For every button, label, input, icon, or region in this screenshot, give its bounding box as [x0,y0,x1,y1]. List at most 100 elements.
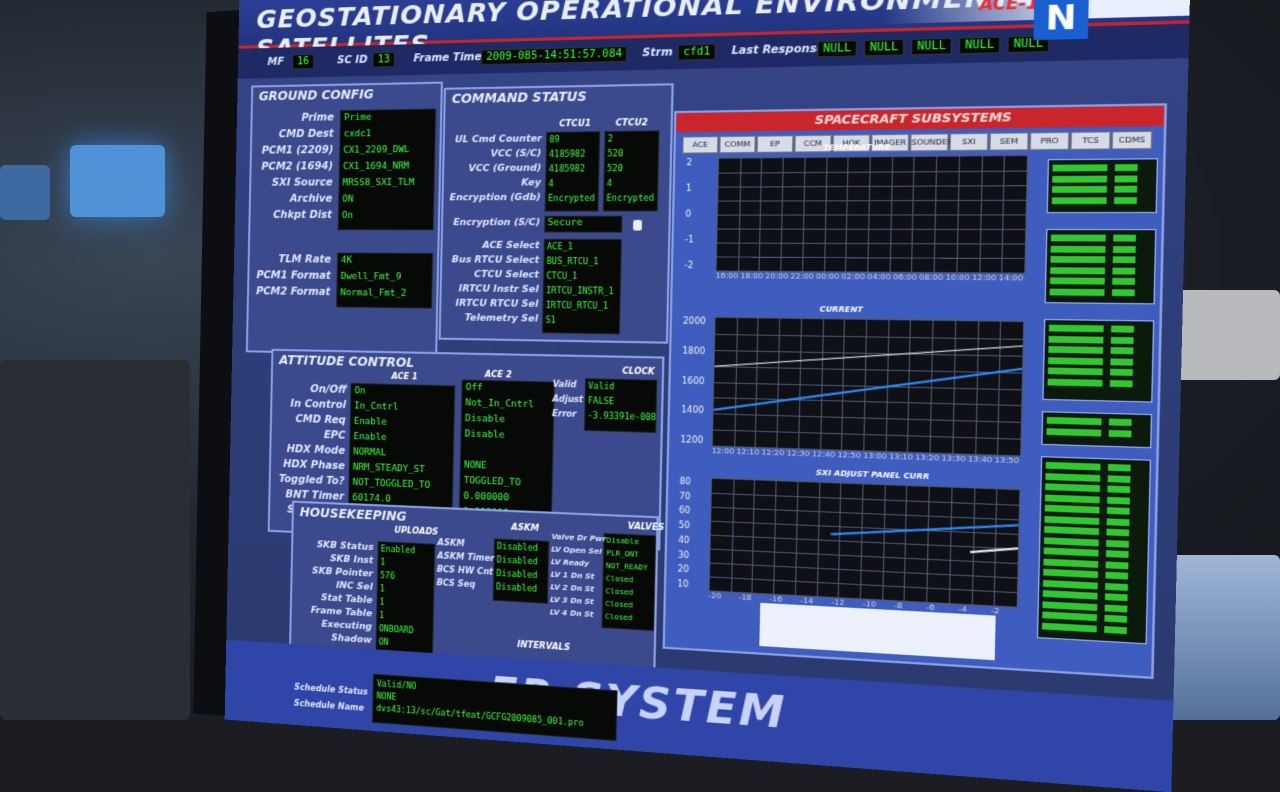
x-tick-label: 12:20 [761,448,785,458]
panel-title: GROUND CONFIG [258,87,374,104]
housekeeping-value: 576 [380,570,395,581]
housekeeping-value: ONBOARD [378,623,414,636]
valve-value: Disable [606,536,640,547]
valve-value: PLR_ONT [606,548,639,559]
clock-key: Adjust [552,394,584,405]
side-status-line [1045,483,1146,494]
attitude-key: CMD Req [295,413,346,427]
ace1-value: NOT_TOGGLED_TO [352,477,431,492]
side-status-line [1049,277,1151,285]
side-status-line [1048,335,1149,344]
attitude-key: HDX Phase [282,458,345,473]
chart-title: TEMPERATURE [823,142,891,153]
housekeeping-key: Executing [321,619,372,633]
ace1-value: On [354,386,366,397]
scid-value: 13 [372,51,396,68]
x-tick-label: 12:40 [811,449,836,460]
ace1-value: Enable [353,431,387,444]
current-trace-white [715,341,1023,373]
ctcu1-value: 4 [548,179,554,189]
ground-config-key: PCM2 (1694) [261,161,334,173]
ace1-value: In_Cntrl [354,401,399,413]
x-tick-label: 20:00 [765,271,789,281]
command-key: Encryption (Gdb) [449,192,541,204]
y-tick-label: 60 [678,505,691,516]
y-tick-label: 2 [686,157,693,168]
x-tick-label: -6 [926,602,935,613]
ground-config-format-key: PCM2 Format [255,286,331,299]
askm-value: Disabled [496,582,538,594]
background-monitor-left [70,145,165,217]
ctcu2-value: 4 [606,178,613,189]
side-status-line [1052,163,1153,172]
ctcu2-value: 2 [607,134,614,144]
ctcu1-values: 89 4185982 4185982 4 Encrypted [544,131,601,212]
ground-config-value: cxdc1 [343,129,372,140]
side-status-box [1042,318,1155,403]
tab-ace[interactable]: ACE [682,136,719,154]
ground-config-key: Prime [301,112,335,124]
tab-pro[interactable]: PRO [1029,131,1070,151]
ground-config-value: Prime [343,112,372,124]
ground-config-value: On [341,210,354,221]
tab-comm[interactable]: COMM [719,135,756,154]
x-tick-label: -20 [708,591,722,601]
command-status-panel: COMMAND STATUS CTCU1 CTCU2 89 4185982 4185… [438,83,674,344]
attitude-key: EPC [323,429,346,442]
command-key: UL Cmd Counter [454,134,542,146]
x-tick-label: 12:00 [711,446,735,456]
x-tick-label: -2 [990,606,1000,616]
housekeeping-value: Enabled [380,544,416,556]
x-tick-label: 04:00 [866,272,891,282]
ground-config-format-value: Normal_Fmt_2 [340,288,407,300]
attitude-key: HDX Mode [286,443,346,458]
valve-value: Closed [605,574,634,585]
last-response-value: NULL [910,37,953,56]
tab-sem[interactable]: SEM [989,132,1029,151]
scid-label: SC ID [337,54,368,67]
side-status-line [1045,461,1146,473]
y-tick-label: -2 [684,260,694,271]
side-status-line [1048,356,1149,366]
housekeeping-value: 1 [379,584,385,594]
ground-config-key: SXI Source [271,177,333,189]
last-response-value: NULL [863,38,905,57]
tab-sounder[interactable]: SOUNDER [910,133,953,152]
select-key: ACE Select [482,240,540,252]
ctcu2-header: CTCU2 [615,117,648,128]
valve-key: Valve Dr Pwr [551,532,607,544]
ground-config-values: Prime cxdc1 CX1_2209_DWL CX1_1694_NRM MRSS8_… [337,108,437,231]
ground-config-format-value: Dwell_Fmt_9 [340,271,402,283]
x-tick-label: 18:00 [740,271,764,281]
monitor-screen: GEOSTATIONARY OPERATIONAL ENVIRONMENTAL … [224,0,1191,792]
side-status-line [1050,255,1151,264]
select-value: IRTCU_INSTR_1 [545,286,614,297]
side-status-box [1046,158,1159,214]
x-tick-label: 12:10 [736,447,760,457]
askm-header: ASKM [511,522,540,534]
side-status-line [1046,427,1147,438]
mf-label: MF [267,56,285,69]
side-status-line [1051,196,1153,204]
ace2-value: Off [465,382,483,394]
side-status-line [1043,568,1144,581]
select-value: S1 [545,315,556,325]
tab-sxi[interactable]: SXI [949,132,989,152]
select-key: IRTCU Instr Sel [458,284,539,296]
schedule-file-value: dvs43:13/sc/Gat/tfeat/GCFG2009085_001.pr… [376,703,584,729]
tab-tcs[interactable]: TCS [1070,131,1111,150]
askm-key: ASKM [437,537,465,549]
ace1-value: NRM_STEADY_ST [352,462,425,476]
select-values: ACE_1 BUS_RTCU_1 CTCU_1 IRTCU_INSTR_1 IRTCU_… [541,238,622,335]
y-tick-label: -1 [684,234,694,245]
tab-cdms[interactable]: CDMS [1111,130,1153,150]
valve-value: Closed [604,612,633,623]
ctcu1-header: CTCU1 [559,118,591,129]
clock-value: FALSE [587,396,615,407]
select-value: ACE_1 [546,241,573,252]
ground-config-key: Chkpt Dist [273,209,333,221]
tab-ep[interactable]: EP [756,135,794,153]
command-key: VCC (Ground) [468,163,542,175]
ace1-header: ACE 1 [391,371,418,382]
ground-config-panel: GROUND CONFIG Prime cxdc1 CX1_2209_DWL CX1_… [245,81,443,357]
